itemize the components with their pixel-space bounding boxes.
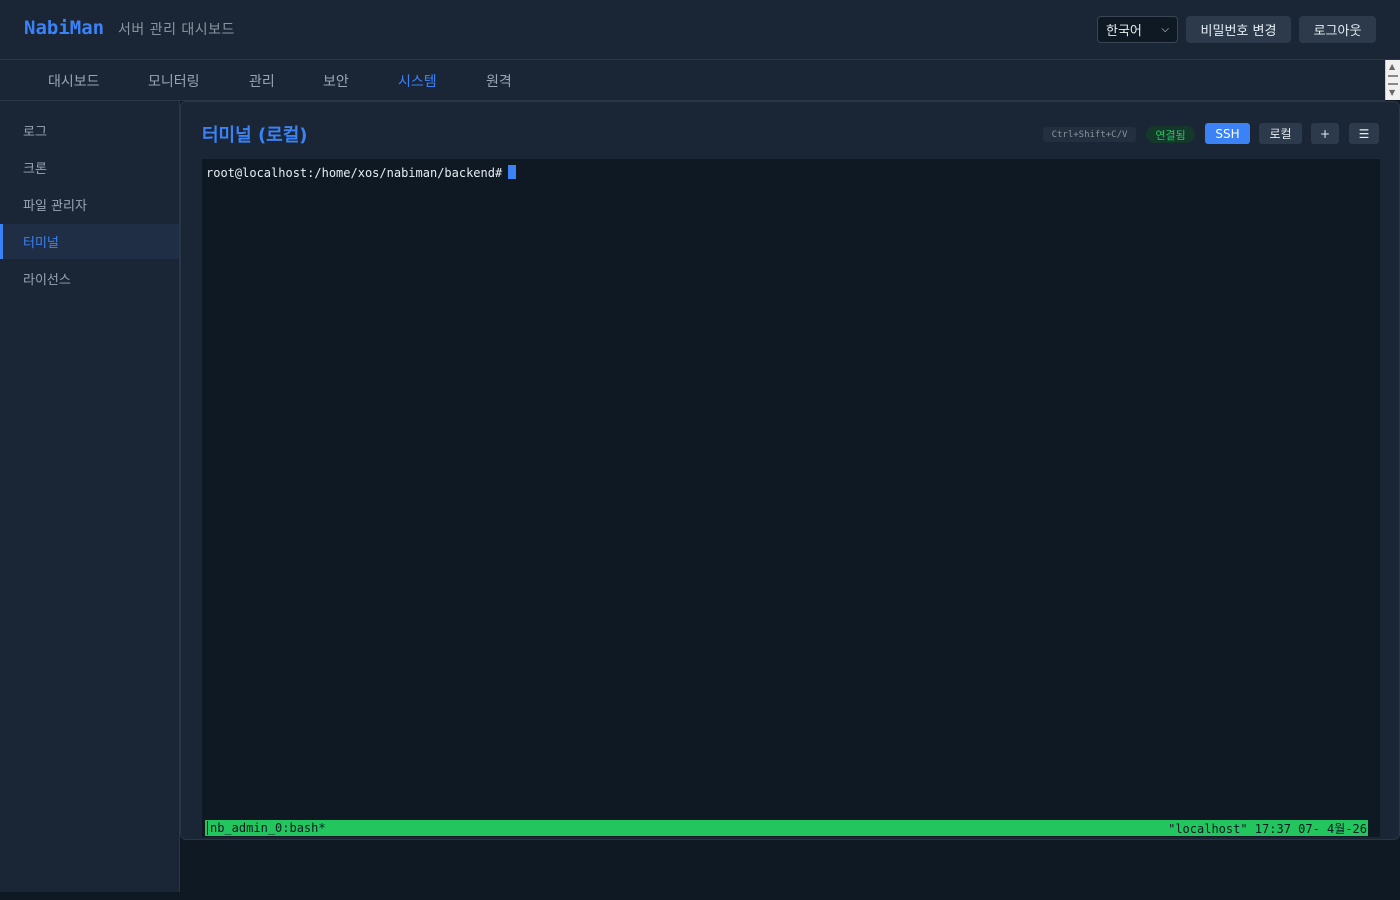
add-session-button[interactable]: + xyxy=(1311,123,1339,144)
sidebar-item-cron[interactable]: 크론 xyxy=(0,150,179,185)
tab-remote[interactable]: 원격 xyxy=(486,71,512,91)
tab-system[interactable]: 시스템 xyxy=(398,71,437,91)
menu-icon[interactable]: ☰ xyxy=(1349,123,1379,144)
tab-dashboard[interactable]: 대시보드 xyxy=(48,71,100,91)
terminal-cursor xyxy=(508,165,517,179)
local-button[interactable]: 로컬 xyxy=(1259,123,1302,144)
language-select[interactable]: 한국어 ⌵ xyxy=(1097,16,1178,43)
tmux-host-time: "localhost" 17:37 07- 4월-26 xyxy=(1168,821,1367,836)
logout-button[interactable]: 로그아웃 xyxy=(1299,16,1376,43)
tab-monitoring[interactable]: 모니터링 xyxy=(148,71,200,91)
app-subtitle: 서버 관리 대시보드 xyxy=(118,22,235,38)
tmux-window-name: nb_admin_0:bash* xyxy=(207,821,326,835)
page-title: 터미널 (로컬) xyxy=(202,125,308,146)
top-header: NabiMan 서버 관리 대시보드 한국어 ⌵ 비밀번호 변경 로그아웃 xyxy=(0,0,1400,60)
shortcut-hint: Ctrl+Shift+C/V xyxy=(1043,127,1136,142)
tab-management[interactable]: 관리 xyxy=(249,71,275,91)
tmux-status-bar: nb_admin_0:bash* "localhost" 17:37 07- 4… xyxy=(205,820,1368,836)
change-password-button[interactable]: 비밀번호 변경 xyxy=(1186,16,1291,43)
prompt-text: root@localhost:/home/xos/nabiman/backend… xyxy=(206,166,503,180)
scroll-up-icon[interactable]: ▲ xyxy=(1389,63,1395,71)
scrollbar-thumb[interactable] xyxy=(1388,75,1398,85)
app-logo[interactable]: NabiMan xyxy=(24,17,104,39)
terminal-panel: 터미널 (로컬) Ctrl+Shift+C/V 연결됨 SSH 로컬 + ☰ r… xyxy=(180,101,1400,840)
terminal-screen[interactable]: root@localhost:/home/xos/nabiman/backend… xyxy=(202,159,1380,837)
ssh-button[interactable]: SSH xyxy=(1205,123,1250,144)
sidebar-item-license[interactable]: 라이선스 xyxy=(0,261,179,296)
nav-scrollbar[interactable]: ▲ ▼ xyxy=(1385,60,1400,100)
sidebar-item-file-manager[interactable]: 파일 관리자 xyxy=(0,187,179,222)
tab-security[interactable]: 보안 xyxy=(323,71,349,91)
sidebar-item-terminal[interactable]: 터미널 xyxy=(0,224,179,259)
sidebar: 로그 크론 파일 관리자 터미널 라이선스 xyxy=(0,101,180,892)
language-select-value: 한국어 xyxy=(1106,24,1142,39)
scroll-down-icon[interactable]: ▼ xyxy=(1389,89,1395,97)
main-nav: 대시보드 모니터링 관리 보안 시스템 원격 xyxy=(0,60,1385,101)
status-badge: 연결됨 xyxy=(1146,126,1195,143)
terminal-prompt: root@localhost:/home/xos/nabiman/backend… xyxy=(206,165,517,180)
sidebar-item-logs[interactable]: 로그 xyxy=(0,113,179,148)
chevron-down-icon: ⌵ xyxy=(1161,24,1169,35)
